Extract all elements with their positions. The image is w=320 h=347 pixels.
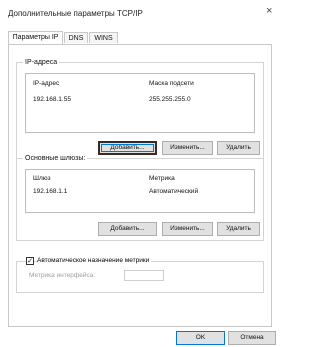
gateway-value[interactable]: 192.168.1.1 bbox=[33, 188, 67, 196]
cancel-button[interactable]: Отмена bbox=[228, 331, 276, 345]
add-gateway-button[interactable]: Добавить... bbox=[98, 222, 157, 236]
ip-address-list[interactable]: IP-адрес Маска подсети 192.168.1.55 255.… bbox=[25, 73, 255, 133]
auto-metric-group: ✓ Автоматическое назначение метрики Метр… bbox=[16, 257, 264, 293]
tab-dns[interactable]: DNS bbox=[64, 32, 88, 43]
gateways-group: Основные шлюзы: Шлюз Метрика 192.168.1.1… bbox=[16, 154, 264, 241]
tab-wins[interactable]: WINS bbox=[89, 32, 118, 43]
ip-addresses-group-title: IP-адреса bbox=[23, 58, 60, 67]
tab-page-ip-settings: IP-адреса IP-адрес Маска подсети 192.168… bbox=[8, 44, 272, 327]
gateway-list[interactable]: Шлюз Метрика 192.168.1.1 Автоматический bbox=[25, 169, 255, 213]
tab-bar: Параметры IP DNS WINS bbox=[8, 31, 270, 44]
subnet-mask-value[interactable]: 255.255.255.0 bbox=[149, 96, 191, 104]
ok-button[interactable]: OK bbox=[176, 331, 225, 345]
gateways-group-title: Основные шлюзы: bbox=[23, 154, 88, 163]
edit-gateway-button[interactable]: Изменить... bbox=[162, 222, 213, 236]
gateway-metric-value[interactable]: Автоматический bbox=[149, 188, 198, 196]
auto-metric-label[interactable]: Автоматическое назначение метрики bbox=[37, 257, 152, 265]
delete-ip-button[interactable]: Удалить bbox=[217, 141, 260, 155]
edit-ip-button[interactable]: Изменить... bbox=[162, 141, 213, 155]
auto-metric-checkbox[interactable]: ✓ bbox=[26, 257, 34, 265]
ip-column-header: IP-адрес bbox=[33, 80, 60, 87]
ip-addresses-group: IP-адреса IP-адрес Маска подсети 192.168… bbox=[16, 58, 264, 159]
ip-address-value[interactable]: 192.168.1.55 bbox=[33, 96, 71, 104]
close-icon[interactable]: × bbox=[266, 6, 272, 17]
delete-gateway-button[interactable]: Удалить bbox=[217, 222, 260, 236]
interface-metric-input[interactable] bbox=[124, 270, 164, 281]
interface-metric-label: Метрика интерфейса: bbox=[29, 272, 96, 279]
tab-ip-settings[interactable]: Параметры IP bbox=[8, 31, 63, 44]
gateway-column-header: Шлюз bbox=[33, 175, 51, 182]
window-title: Дополнительные параметры TCP/IP bbox=[8, 9, 143, 18]
add-ip-button[interactable]: Добавить... bbox=[98, 141, 157, 155]
metric-column-header: Метрика bbox=[149, 175, 175, 182]
mask-column-header: Маска подсети bbox=[149, 80, 194, 87]
